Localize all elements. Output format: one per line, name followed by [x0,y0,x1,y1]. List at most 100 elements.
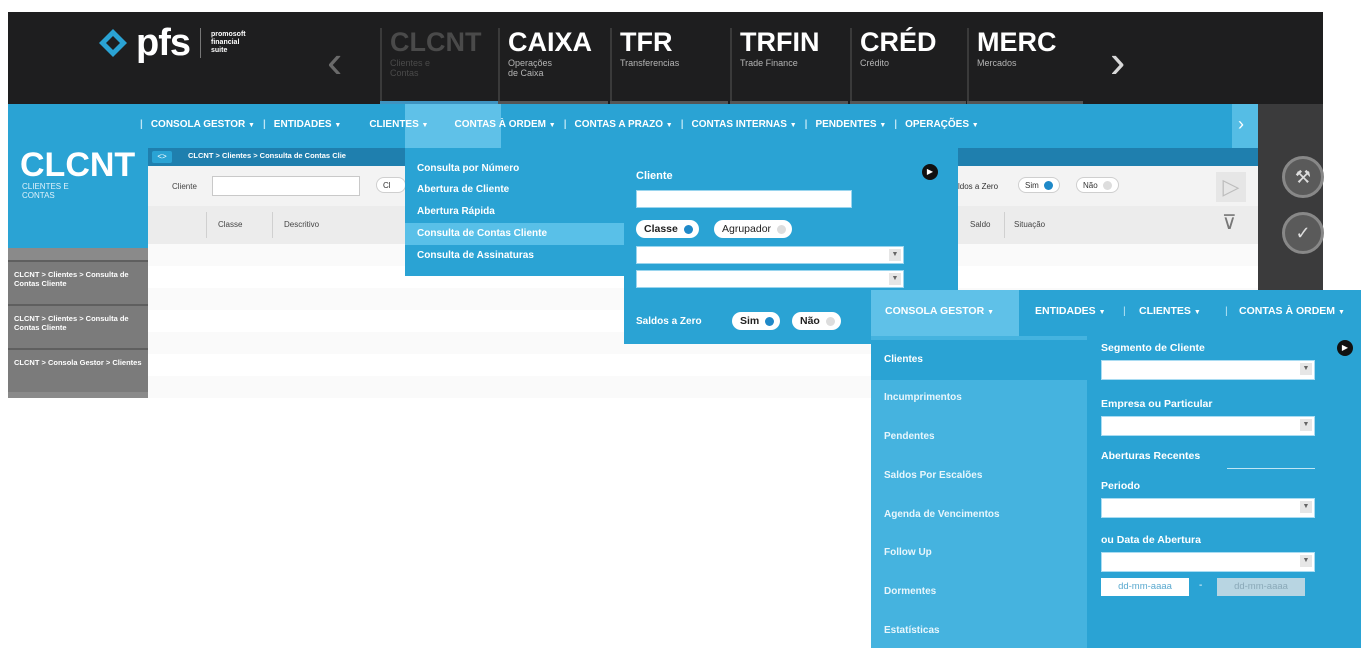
date-to-input[interactable]: dd-mm-aaaa [1217,578,1305,596]
radio-off-icon [1102,180,1112,190]
menu-consulta-numero[interactable]: Consulta por Número [405,158,625,180]
module-code: CAIXA [508,27,593,57]
history-item[interactable]: CLCNT > Clientes > Consulta de Contas Cl… [8,260,148,304]
overlay-menu-contas-ordem[interactable]: CONTAS À ORDEM ▼ [1239,305,1345,317]
prev-module-arrow[interactable]: ‹ [327,38,342,84]
overlay-item-saldos-escaloes[interactable]: Saldos Por Escalões [871,456,1087,496]
overlay-menu-bar: CONSOLA GESTOR ▼ ENTIDADES ▼ | CLIENTES … [871,290,1361,336]
play-icon: ▶ [1341,343,1349,352]
play-arrow-button[interactable]: ▷ [1216,172,1246,202]
menu-consola-gestor[interactable]: CONSOLA GESTOR ▼ [151,119,255,130]
logo-suite: promosoft financial suite [211,31,246,55]
menu-contas-internas[interactable]: CONTAS INTERNAS ▼ [692,119,797,130]
date-separator: - [1199,580,1203,591]
filter-nao-toggle[interactable]: Não [1076,177,1119,193]
consola-gestor-menu: Clientes Incumprimentos Pendentes Saldos… [871,336,1087,648]
history-item[interactable]: CLCNT > Consola Gestor > Clientes [8,348,148,392]
chevron-down-icon: ▼ [889,273,901,285]
menu-items: | CONSOLA GESTOR ▼ | ENTIDADES ▼ CLIENTE… [140,119,979,130]
overlay-go-button[interactable]: ▶ [1337,340,1353,356]
module-title: CLCNT [20,146,136,184]
overlay-item-pendentes[interactable]: Pendentes [871,417,1087,457]
menu-consulta-contas-cliente[interactable]: Consulta de Contas Cliente [405,223,625,245]
saldos-sim-toggle[interactable]: Sim [732,312,781,330]
segmento-select[interactable]: ▼ [1101,360,1315,380]
logo-text: pfs [136,22,191,64]
overlay-menu-consola-gestor[interactable]: CONSOLA GESTOR ▼ [885,305,994,317]
panel-go-button[interactable]: ▶ [922,164,938,180]
next-module-arrow[interactable]: › [1110,38,1125,84]
saldos-nao-toggle[interactable]: Não [792,312,841,330]
suite-line: suite [211,47,228,54]
module-cred[interactable]: CRÉD Crédito [850,28,966,104]
filter-funnel-icon[interactable]: ⊽ [1222,210,1237,235]
tool-hammer-button[interactable]: ⚒ [1282,156,1324,198]
pfs-diamond-icon [99,29,127,57]
consola-gestor-filters: Segmento de Cliente ▶ ▼ Empresa ou Parti… [1087,336,1361,648]
module-code: CRÉD [860,27,937,57]
overlay-item-clientes[interactable]: Clientes [871,340,1087,380]
col-descritivo[interactable]: Descritivo [284,220,319,229]
menu-contas-ordem[interactable]: CONTAS À ORDEM ▼ [454,119,555,130]
cl-text: Cl [383,180,391,190]
history-item[interactable]: CLCNT > Clientes > Consulta de Contas Cl… [8,304,148,348]
agrupador-text: Agrupador [722,223,772,235]
classe-select[interactable]: ▼ [636,246,904,264]
module-sub: Mercados [977,58,1017,68]
menu-clientes[interactable]: CLIENTES ▼ [369,119,428,130]
tool-check-button[interactable]: ✓ [1282,212,1324,254]
menu-operacoes[interactable]: OPERAÇÕES ▼ [905,119,979,130]
chevron-down-icon: ▼ [1300,363,1312,375]
module-tfr[interactable]: TFR Transferencias [610,28,728,104]
radio-off-icon [825,316,835,326]
overlay-menu-clientes[interactable]: CLIENTES ▼ [1139,305,1201,317]
module-merc[interactable]: MERC Mercados [967,28,1083,104]
filter-sim-toggle[interactable]: Sim [1018,177,1060,193]
module-trfin[interactable]: TRFIN Trade Finance [730,28,848,104]
module-sub: Transferencias [620,58,680,68]
aberturas-label: Aberturas Recentes [1101,450,1201,462]
col-classe[interactable]: Classe [218,220,242,229]
module-caixa[interactable]: CAIXA Operações de Caixa [498,28,608,104]
overlay-item-dormentes[interactable]: Dormentes [871,572,1087,612]
menu-consulta-assinaturas[interactable]: Consulta de Assinaturas [405,245,625,267]
menu-pendentes[interactable]: PENDENTES ▼ [815,119,886,130]
classe-toggle[interactable]: Classe [636,220,699,238]
cliente-field[interactable] [636,190,852,208]
data-abertura-select[interactable]: ▼ [1101,552,1315,572]
agrupador-select[interactable]: ▼ [636,270,904,288]
empresa-select[interactable]: ▼ [1101,416,1315,436]
menu-scroll-right[interactable]: › [1232,104,1258,148]
module-code: TFR [620,27,673,57]
overlay-item-agenda-vencimentos[interactable]: Agenda de Vencimentos [871,495,1087,535]
menu-separator: | [680,119,684,130]
cl-toggle[interactable]: Cl [376,177,406,193]
radio-on-icon [1043,180,1053,190]
chevron-right-icon: › [1238,114,1244,134]
menu-abertura-cliente[interactable]: Abertura de Cliente [405,179,625,201]
overlay-item-incumprimentos[interactable]: Incumprimentos [871,378,1087,418]
menu-abertura-rapida[interactable]: Abertura Rápida [405,201,625,223]
menu-separator: | [1123,305,1126,317]
date-from-input[interactable]: dd-mm-aaaa [1101,578,1189,596]
menu-contas-prazo[interactable]: CONTAS A PRAZO ▼ [575,119,673,130]
radio-off-icon [777,224,787,234]
chevron-down-icon: ▼ [1300,555,1312,567]
col-saldo[interactable]: Saldo [970,220,990,229]
overlay-item-estatisticas[interactable]: Estatísticas [871,611,1087,651]
suite-line: financial [211,39,240,46]
cliente-input[interactable] [212,176,360,196]
hammer-icon: ⚒ [1294,166,1312,187]
menu-entidades[interactable]: ENTIDADES ▼ [274,119,342,130]
breadcrumb-toggle[interactable]: <> [152,151,172,163]
module-clcnt[interactable]: CLCNT Clientes e Contas [380,28,498,104]
pfs-logo: pfs promosoft financial suite [98,24,246,62]
saldos-label: ldos a Zero [958,182,999,191]
periodo-select[interactable]: ▼ [1101,498,1315,518]
col-situacao[interactable]: Situação [1014,220,1045,229]
overlay-item-follow-up[interactable]: Follow Up [871,533,1087,573]
overlay-menu-entidades[interactable]: ENTIDADES ▼ [1035,305,1106,317]
module-sub: Clientes e Contas [390,58,431,78]
agrupador-toggle[interactable]: Agrupador [714,220,793,238]
menu-separator: | [140,119,143,130]
